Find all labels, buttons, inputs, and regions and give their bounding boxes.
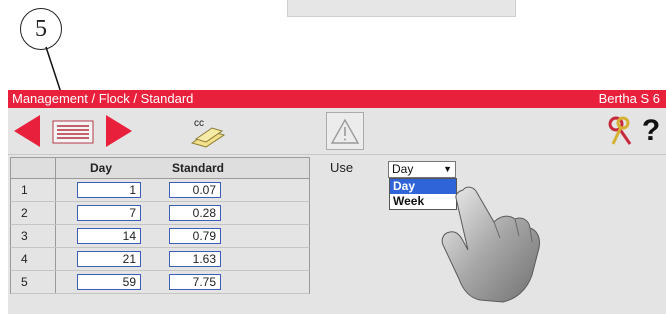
- day-input[interactable]: 21: [77, 251, 141, 267]
- table-row: 3 14 0.79: [10, 225, 310, 248]
- column-divider: [55, 158, 56, 178]
- standard-table: Day Standard 1 1 0.07 2 7 0.28 3 14 0.79 4 21 1.63 5…: [10, 157, 310, 294]
- copy-label: cc: [194, 118, 204, 129]
- top-panel: [287, 0, 516, 17]
- table-row: 4 21 1.63: [10, 248, 310, 271]
- table-row: 1 1 0.07: [10, 179, 310, 202]
- callout-number: 5: [20, 8, 62, 50]
- toolbar: cc ?: [8, 108, 666, 155]
- breadcrumb: Management / Flock / Standard: [12, 91, 194, 106]
- table-header: Day Standard: [10, 157, 310, 179]
- use-select-value: Day: [392, 162, 414, 176]
- row-index: 1: [21, 183, 28, 197]
- title-bar: Management / Flock / Standard Bertha S 6: [8, 90, 666, 108]
- day-input[interactable]: 14: [77, 228, 141, 244]
- content-area: Day Standard 1 1 0.07 2 7 0.28 3 14 0.79 4 21 1.63 5…: [8, 155, 666, 314]
- arrow-left-icon: [14, 115, 40, 147]
- standard-input[interactable]: 7.75: [169, 274, 221, 290]
- standard-input[interactable]: 1.63: [169, 251, 221, 267]
- use-label: Use: [330, 160, 354, 175]
- use-select[interactable]: Day ▼: [388, 161, 456, 178]
- device-name: Bertha S 6: [598, 91, 660, 106]
- table-row: 5 59 7.75: [10, 271, 310, 294]
- standard-column-header: Standard: [171, 161, 224, 175]
- keys-icon: [608, 116, 632, 145]
- row-index: 3: [21, 229, 28, 243]
- standard-input[interactable]: 0.79: [169, 228, 221, 244]
- use-option-day[interactable]: Day: [390, 179, 456, 194]
- prev-button[interactable]: [10, 112, 44, 150]
- day-input[interactable]: 7: [77, 205, 141, 221]
- standard-input[interactable]: 0.07: [169, 182, 221, 198]
- row-index: 2: [21, 206, 28, 220]
- standard-input[interactable]: 0.28: [169, 205, 221, 221]
- list-icon: [52, 120, 94, 144]
- warning-icon: [330, 118, 360, 144]
- keys-button[interactable]: [604, 112, 636, 150]
- table-row: 2 7 0.28: [10, 202, 310, 225]
- warning-button[interactable]: [326, 112, 364, 150]
- arrow-right-icon: [106, 115, 132, 147]
- next-button[interactable]: [102, 112, 136, 150]
- column-divider: [55, 225, 56, 247]
- row-index: 4: [21, 252, 28, 266]
- use-dropdown: Day Week: [389, 178, 457, 210]
- use-option-week[interactable]: Week: [390, 194, 456, 209]
- list-button[interactable]: [48, 112, 98, 150]
- column-divider: [55, 202, 56, 224]
- copy-icon: cc: [190, 118, 226, 148]
- column-divider: [55, 179, 56, 201]
- day-input[interactable]: 59: [77, 274, 141, 290]
- day-column-header: Day: [89, 161, 112, 175]
- day-input[interactable]: 1: [77, 182, 141, 198]
- help-button[interactable]: ?: [638, 112, 664, 150]
- row-index: 5: [21, 275, 28, 289]
- copy-button[interactable]: cc: [186, 112, 230, 150]
- column-divider: [55, 271, 56, 293]
- column-divider: [55, 248, 56, 270]
- chevron-down-icon: ▼: [443, 164, 452, 174]
